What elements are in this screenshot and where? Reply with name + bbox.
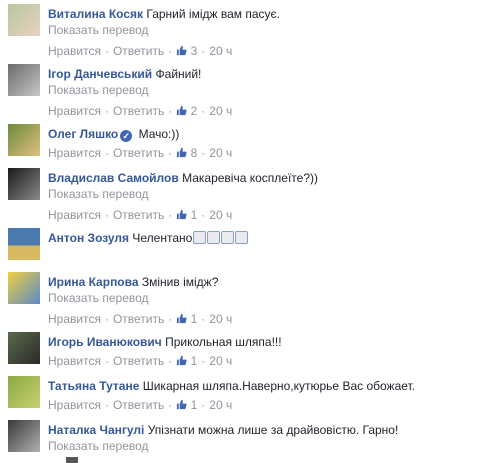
like-link[interactable]: Нравится bbox=[48, 44, 101, 58]
timestamp[interactable]: 20 ч bbox=[209, 208, 232, 222]
like-count-value: 3 bbox=[190, 44, 198, 58]
comment-text: Файний! bbox=[155, 67, 202, 81]
see-translation-link[interactable]: Показать перевод bbox=[48, 22, 498, 39]
emoji-icon bbox=[193, 231, 207, 244]
comment-author[interactable]: Татьяна Тутане bbox=[48, 379, 139, 393]
like-count-value: 1 bbox=[190, 354, 198, 368]
thumbs-up-icon bbox=[177, 147, 187, 158]
timestamp[interactable]: 20 ч bbox=[209, 146, 232, 160]
like-count[interactable]: 1 bbox=[176, 312, 197, 326]
avatar[interactable] bbox=[8, 228, 40, 260]
like-count[interactable]: 3 bbox=[176, 44, 197, 58]
thumbs-up-icon bbox=[177, 355, 187, 366]
like-count-value: 1 bbox=[190, 208, 198, 222]
comment-author[interactable]: Ирина Карпова bbox=[48, 275, 139, 289]
avatar[interactable] bbox=[8, 272, 40, 304]
reply-link[interactable]: Ответить bbox=[113, 146, 164, 160]
see-translation-link[interactable]: Показать перевод bbox=[48, 82, 498, 99]
comment-actions: Нравится · Ответить · 2 · 20 ч bbox=[48, 104, 233, 118]
emoji-icon bbox=[221, 231, 235, 244]
comment-actions: Нравится · Ответить · 1 · 20 ч bbox=[48, 208, 233, 222]
like-count[interactable]: 1 bbox=[176, 208, 197, 222]
thumbs-up-icon bbox=[177, 399, 187, 410]
like-count[interactable]: 8 bbox=[176, 146, 197, 160]
comment-author[interactable]: Игорь Иванюкович bbox=[48, 335, 162, 349]
comment-author[interactable]: Ігор Данчевський bbox=[48, 67, 152, 81]
comment-author[interactable]: Олег Ляшко bbox=[48, 127, 118, 141]
avatar[interactable] bbox=[8, 64, 40, 96]
thumbs-up-icon bbox=[177, 313, 187, 324]
avatar[interactable] bbox=[8, 376, 40, 408]
reply-link[interactable]: Ответить bbox=[113, 354, 164, 368]
emoji-icon bbox=[235, 231, 249, 244]
like-count[interactable]: 1 bbox=[176, 398, 197, 412]
avatar[interactable] bbox=[8, 332, 40, 364]
comment-text: Шикарная шляпа.Наверно,кутюрье Вас обожа… bbox=[142, 379, 416, 393]
timestamp[interactable]: 20 ч bbox=[209, 398, 232, 412]
like-count-value: 2 bbox=[190, 104, 198, 118]
see-translation-link[interactable]: Показать перевод bbox=[48, 186, 498, 203]
comment-author[interactable]: Владислав Самойлов bbox=[48, 171, 179, 185]
comment-author[interactable]: Наталка Чангулі bbox=[48, 423, 144, 437]
like-link[interactable]: Нравится bbox=[48, 104, 101, 118]
thumbs-up-icon bbox=[177, 209, 187, 220]
comment-text: Мачо:)) bbox=[138, 127, 180, 141]
like-count[interactable]: 1 bbox=[176, 354, 197, 368]
thumbs-up-icon bbox=[177, 105, 187, 116]
like-link[interactable]: Нравится bbox=[48, 354, 101, 368]
like-count[interactable]: 2 bbox=[176, 104, 197, 118]
verified-badge-icon: ✓ bbox=[120, 130, 133, 142]
reply-link[interactable]: Ответить bbox=[113, 312, 164, 326]
like-link[interactable]: Нравится bbox=[48, 146, 101, 160]
comment-actions: Нравится · Ответить · 1 · 20 ч bbox=[48, 398, 233, 412]
like-link[interactable]: Нравится bbox=[48, 398, 101, 412]
comment-text: Прикольная шляпа!!! bbox=[165, 335, 282, 349]
comment-text: Челентано bbox=[132, 231, 193, 245]
emoji-icon bbox=[207, 231, 221, 244]
timestamp[interactable]: 20 ч bbox=[209, 44, 232, 58]
avatar[interactable] bbox=[8, 168, 40, 200]
see-translation-link[interactable]: Показать перевод bbox=[48, 290, 498, 307]
avatar[interactable] bbox=[8, 4, 40, 36]
comment-text: Змінив імідж? bbox=[141, 275, 219, 289]
like-link[interactable]: Нравится bbox=[48, 208, 101, 222]
like-count-value: 8 bbox=[190, 146, 198, 160]
like-link[interactable]: Нравится bbox=[48, 312, 101, 326]
reply-link[interactable]: Ответить bbox=[113, 398, 164, 412]
reply-link[interactable]: Ответить bbox=[113, 44, 164, 58]
timestamp[interactable]: 20 ч bbox=[209, 104, 232, 118]
like-count-value: 1 bbox=[190, 398, 198, 412]
like-count-value: 1 bbox=[190, 312, 198, 326]
comment-text: Гарний імідж вам пасує. bbox=[146, 7, 280, 21]
comment-author[interactable]: Антон Зозуля bbox=[48, 231, 129, 245]
comment-actions: Нравится · Ответить · 3 · 20 ч bbox=[48, 44, 233, 58]
comment-text: Макаревіча косплеїте?)) bbox=[182, 171, 318, 185]
avatar[interactable] bbox=[8, 420, 40, 452]
timestamp[interactable]: 20 ч bbox=[209, 354, 232, 368]
comment-actions: Нравится · Ответить · 8 · 20 ч bbox=[48, 146, 233, 160]
reply-link[interactable]: Ответить bbox=[113, 104, 164, 118]
thumbs-up-icon bbox=[177, 45, 187, 56]
timestamp[interactable]: 20 ч bbox=[209, 312, 232, 326]
comment-actions: Нравится · Ответить · 1 · 20 ч bbox=[48, 354, 233, 368]
comment-author[interactable]: Виталина Косяк bbox=[48, 7, 143, 21]
see-translation-link[interactable]: Показать перевод bbox=[48, 438, 498, 455]
reply-link[interactable]: Ответить bbox=[113, 208, 164, 222]
partial-avatar bbox=[66, 457, 78, 463]
avatar[interactable] bbox=[8, 124, 40, 156]
comment-text: Упізнати можна лише за драйвовістю. Гарн… bbox=[147, 423, 399, 437]
comment-actions: Нравится · Ответить · 1 · 20 ч bbox=[48, 312, 233, 326]
